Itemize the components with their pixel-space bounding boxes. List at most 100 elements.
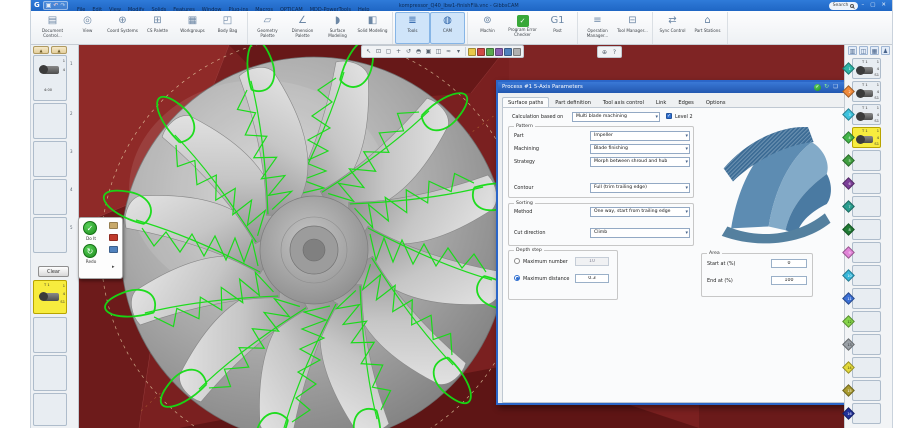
add-view-icon[interactable]: ⊕ [600,48,609,57]
dialog-copy-button[interactable] [831,82,840,93]
toolbar-coord-systems-button[interactable]: ⊕ Coord Systems [105,12,140,44]
maximum-distance-radio[interactable] [514,275,520,281]
scroll-up2-icon[interactable]: ▲ [51,46,67,54]
operation-tile-5[interactable] [852,150,881,171]
toolbar-post-button[interactable]: G1 Post [540,12,575,44]
undo-icon[interactable] [53,1,58,10]
toolbar-part-stations-button[interactable]: ⌂ Part Stations [690,12,725,44]
operation-tile-12[interactable] [852,311,881,332]
dialog-redo-button[interactable] [822,82,831,93]
start-at-field[interactable] [771,259,807,268]
rotate-view-icon[interactable]: ↺ [404,47,413,56]
operation-tile-16[interactable] [852,403,881,424]
level2-checkbox[interactable] [666,113,672,119]
method-dropdown[interactable]: One way, start from trailing edge [590,207,690,217]
tool-tile-1[interactable]: 4:00 1 4 [33,55,67,101]
operator-icon[interactable]: ♟ [881,46,890,55]
view-cube-icon[interactable]: ▣ [424,47,433,56]
toolbar-machin-button[interactable]: ⊚ Machin [470,12,505,44]
operation-tile-10[interactable] [852,265,881,286]
clear-button[interactable]: Clear [38,266,69,277]
zoom-fit-icon[interactable]: + [394,47,403,56]
maximum-number-radio[interactable] [514,258,520,264]
toolbar-geometry-palette-button[interactable]: ▱ Geometry Palette [250,12,285,44]
dialog-doit-button[interactable] [813,82,822,93]
tool-tile-3[interactable] [33,141,67,177]
operation-tile-2[interactable]: T 1 1 4 S1 [852,81,881,102]
tab-options[interactable]: Options [700,97,732,107]
machining-dropdown[interactable]: Blade finishing [590,144,690,154]
operation-tile-14[interactable] [852,357,881,378]
operation-tile-9[interactable] [852,242,881,263]
save-icon[interactable] [46,1,52,10]
operation-tile-15[interactable] [852,380,881,401]
calculation-dropdown[interactable]: Multi blade machining [572,112,660,122]
tool-tile-2[interactable] [33,103,67,139]
operation-tile-1[interactable]: T 1 1 4 S1 [852,58,881,79]
workgroup-yellow-icon[interactable] [468,47,476,56]
tool-tile-4[interactable] [33,179,67,215]
operation-tile-6[interactable] [852,173,881,194]
redo-button[interactable]: ↻ [83,244,97,258]
workgroup-gray-icon[interactable] [513,47,521,56]
dialog-titlebar[interactable]: Process #1 5-Axis Parameters [498,82,867,93]
operation-tile-4[interactable]: T 1 1 4 S1 [852,127,881,148]
selected-process-tile[interactable]: T 1 1 4 S1 [33,280,67,314]
toolbar-view-button[interactable]: ◎ View [70,12,105,44]
toolbar-solid-modeling-button[interactable]: ◧ Solid Modeling [355,12,390,44]
redo-icon[interactable] [60,1,65,10]
tab-link[interactable]: Link [650,97,672,107]
part-dropdown[interactable]: Impeller [590,131,690,141]
toolbar-program-error-checker-button[interactable]: ✓ Program Error Checker [505,12,540,44]
marker-tan-icon[interactable] [109,222,118,229]
toolbar-surface-modeling-button[interactable]: ◗ Surface Modeling [320,12,355,44]
cut-direction-dropdown[interactable]: Climb [590,228,690,238]
select-cursor-icon[interactable]: ↖ [364,47,373,56]
toolbar-dimension-palette-button[interactable]: ∠ Dimension Palette [285,12,320,44]
toolbar-sync-control-button[interactable]: ⇄ Sync Control [655,12,690,44]
help-icon[interactable]: ? [610,48,619,57]
do-it-button[interactable]: ✓ [83,221,97,235]
operation-tile-7[interactable] [852,196,881,217]
process-tile-empty[interactable] [33,317,67,353]
toolbar-body-bag-button[interactable]: ◰ Body Bag [210,12,245,44]
shading-icon[interactable]: ◓ [414,47,423,56]
fixture-display-icon[interactable]: ◫ [859,46,868,55]
workgroup-purple-icon[interactable] [495,47,503,56]
process-tile-empty[interactable] [33,393,67,426]
cs-display-icon[interactable]: ▥ [848,46,857,55]
tool-tile-5[interactable] [33,217,67,253]
minimize-window-button[interactable] [858,0,867,11]
tab-edges[interactable]: Edges [672,97,699,107]
process-tile-empty[interactable] [33,355,67,391]
tab-surface-paths[interactable]: Surface paths [502,97,550,107]
workgroup-blue-icon[interactable] [504,47,512,56]
render-mode-icon[interactable]: ⊡ [374,47,383,56]
stock-display-icon[interactable]: ▦ [870,46,879,55]
scroll-up-icon[interactable]: ▲ [33,46,49,54]
end-at-field[interactable] [771,276,807,285]
maximize-window-button[interactable] [867,0,878,11]
strategy-dropdown[interactable]: Morph between shroud and hub [590,157,690,167]
toolbar-tool-manager-button[interactable]: ⊟ Tool Manager... [615,12,650,44]
marker-blue-icon[interactable] [109,246,118,253]
tab-part-definition[interactable]: Part definition [549,97,597,107]
maximum-number-field[interactable] [575,257,609,266]
operation-tile-11[interactable] [852,288,881,309]
operation-tile-8[interactable] [852,219,881,240]
flyout-arrow-icon[interactable]: ▸ [112,264,115,270]
workgroup-red-icon[interactable] [477,47,485,56]
wireframe-icon[interactable]: ▢ [384,47,393,56]
tab-tool-axis-control[interactable]: Tool axis control [597,97,650,107]
marker-red-icon[interactable] [109,234,118,241]
toolbar-operation-manager-button[interactable]: ≡ Operation Manager... [580,12,615,44]
view-dropdown-icon[interactable]: ▾ [454,47,463,56]
workgroup-green-icon[interactable] [486,47,494,56]
contour-dropdown[interactable]: Full (trim trailing edge) [590,183,690,193]
operation-tile-13[interactable] [852,334,881,355]
close-window-button[interactable] [878,0,889,11]
operation-tile-3[interactable]: T 1 1 4 S1 [852,104,881,125]
split-view-icon[interactable]: ◫ [434,47,443,56]
search-input[interactable]: Search [828,1,859,10]
section-icon[interactable]: ≈ [444,47,453,56]
